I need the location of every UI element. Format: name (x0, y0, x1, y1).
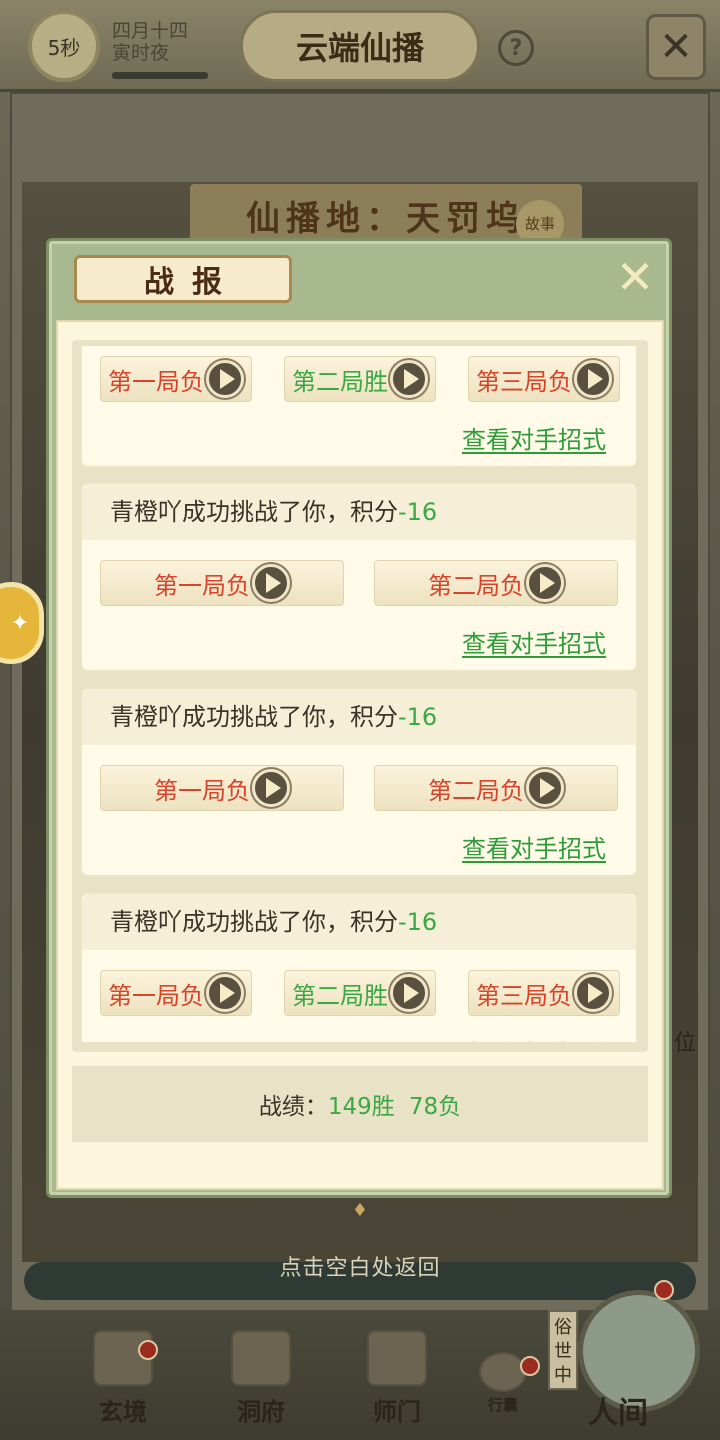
play-icon (206, 974, 244, 1012)
record-losses: 78负 (408, 1094, 462, 1120)
record-wins: 149胜 (327, 1094, 395, 1120)
nav-label: 师门 (373, 1397, 421, 1426)
tassel-ornament: ♦ (351, 1200, 369, 1221)
play-icon (526, 769, 564, 807)
round-label: 第一局负 (108, 367, 204, 396)
report-card: 第一局负 第二局胜 第三局负 查看对手招式 (80, 346, 638, 468)
round-label: 第一局负 (108, 981, 204, 1010)
page-title: 云端仙播 (240, 10, 480, 82)
round-label: 第一局负 (154, 571, 250, 600)
report-card: 青橙吖成功挑战了你，积分-16 第一局负 第二局负 查看对手招式 (80, 687, 638, 877)
view-opponent-moves-link[interactable]: 查看对手招式 (462, 420, 606, 455)
gamepad-icon: ✦ (10, 610, 30, 636)
view-opponent-moves-link[interactable]: 查看对手招式 (462, 829, 606, 864)
play-icon (252, 564, 290, 602)
report-header: 青橙吖成功挑战了你，积分-16 (82, 894, 636, 950)
notification-dot (654, 1280, 674, 1300)
play-icon (574, 360, 612, 398)
record-summary: 战绩： 149胜 78负 (72, 1066, 648, 1142)
play-icon (526, 564, 564, 602)
round-button[interactable]: 第二局负 (374, 765, 618, 811)
round-button[interactable]: 第二局胜 (284, 356, 436, 402)
notification-dot (520, 1356, 540, 1376)
score-change: -16 (398, 908, 438, 936)
date-line-1: 四月十四 (112, 20, 189, 42)
side-character: 位 (674, 1031, 697, 1056)
record-label: 战绩： (258, 1094, 328, 1120)
round-label: 第二局胜 (292, 367, 388, 396)
banner-icon (367, 1330, 427, 1386)
help-icon[interactable]: ? (498, 30, 534, 66)
round-button[interactable]: 第一局负 (100, 560, 344, 606)
round-label: 第一局负 (154, 776, 250, 805)
play-icon (574, 974, 612, 1012)
round-label: 第三局负 (476, 981, 572, 1010)
report-list[interactable]: 第一局负 第二局胜 第三局负 查看对手招式 青橙吖成功挑战了你，积分-16 第一… (80, 346, 640, 1042)
nav-item-dongfu[interactable]: 洞府 (216, 1330, 306, 1430)
play-icon (252, 769, 290, 807)
round-button[interactable]: 第一局负 (100, 970, 252, 1016)
round-button[interactable]: 第一局负 (100, 356, 252, 402)
score-change: -16 (398, 703, 438, 731)
report-card: 青橙吖成功挑战了你，积分-16 第一局负 第二局胜 第三局负 查看对手招式 (80, 892, 638, 1042)
round-label: 第二局负 (428, 776, 524, 805)
timer-badge: 5秒 (28, 10, 100, 82)
nav-label: 洞府 (237, 1397, 285, 1426)
play-icon (390, 360, 428, 398)
close-icon[interactable]: ✕ (646, 14, 706, 80)
report-card: 青橙吖成功挑战了你，积分-16 第一局负 第二局负 查看对手招式 (80, 482, 638, 672)
round-label: 第二局负 (428, 571, 524, 600)
round-button[interactable]: 第三局负 (468, 356, 620, 402)
round-button[interactable]: 第二局胜 (284, 970, 436, 1016)
report-text: 青橙吖成功挑战了你，积分 (110, 908, 398, 936)
score-change: -16 (398, 498, 438, 526)
world-label: 人间 (588, 1396, 648, 1431)
bag-icon (479, 1352, 527, 1392)
report-header: 青橙吖成功挑战了你，积分-16 (82, 484, 636, 540)
report-text: 青橙吖成功挑战了你，积分 (110, 498, 398, 526)
notification-dot (138, 1340, 158, 1360)
round-button[interactable]: 第二局负 (374, 560, 618, 606)
date-line-2: 寅时夜 (112, 42, 170, 64)
round-button[interactable]: 第三局负 (468, 970, 620, 1016)
nav-item-shimen[interactable]: 师门 (352, 1330, 442, 1430)
nav-label: 行囊 (487, 1396, 518, 1414)
play-icon (206, 360, 244, 398)
play-icon (390, 974, 428, 1012)
report-header: 青橙吖成功挑战了你，积分-16 (82, 689, 636, 745)
round-label: 第三局负 (476, 367, 572, 396)
modal-title: 战报 (74, 255, 292, 303)
world-tag: 俗世中 (548, 1310, 578, 1390)
pavilion-icon (231, 1330, 291, 1386)
view-opponent-moves-link[interactable]: 查看对手招式 (462, 1034, 606, 1042)
nav-label: 玄境 (99, 1397, 147, 1426)
return-hint[interactable]: 点击空白处返回 (0, 1250, 720, 1282)
time-progress-bar (112, 72, 208, 79)
round-label: 第二局胜 (292, 981, 388, 1010)
report-text: 青橙吖成功挑战了你，积分 (110, 703, 398, 731)
view-opponent-moves-link[interactable]: 查看对手招式 (462, 624, 606, 659)
game-date: 四月十四 寅时夜 (112, 20, 188, 64)
round-button[interactable]: 第一局负 (100, 765, 344, 811)
close-icon[interactable]: ✕ (612, 254, 658, 300)
